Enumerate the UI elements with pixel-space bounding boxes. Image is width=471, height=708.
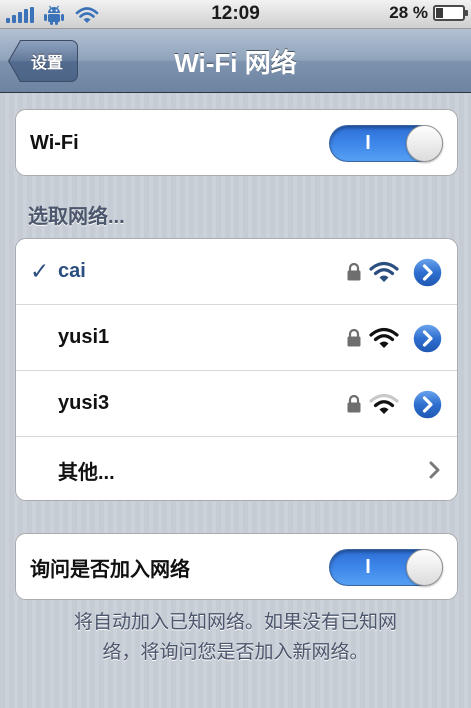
wifi-label: Wi-Fi [30,131,79,154]
ask-to-join-label: 询问是否加入网络 [30,558,190,581]
wifi-signal-icon [369,261,399,282]
network-list-group: ✓ cai yusi1 yusi3 其他... [15,238,458,501]
wifi-toggle-group: Wi-Fi I [15,109,458,176]
network-row-accessories [346,305,444,371]
network-row-other[interactable]: 其他... [16,437,457,500]
selected-checkmark-icon: ✓ [30,258,50,284]
wifi-toggle-row: Wi-Fi I [16,110,457,175]
other-network-label: 其他... [58,461,115,484]
navigation-bar: 设置 Wi-Fi 网络 [0,29,471,93]
network-row-yusi3[interactable]: yusi3 [16,371,457,437]
toggle-on-indicator: I [365,132,371,154]
network-name: yusi1 [58,326,110,348]
lock-icon [347,394,361,413]
chevron-right-icon [429,461,440,479]
ask-to-join-row: 询问是否加入网络 I [16,534,457,599]
ask-to-join-description: 将自动加入已知网络。如果没有已知网 络，将询问您是否加入新网络。 [30,608,441,668]
lock-icon [347,328,361,347]
network-name: cai [58,260,86,282]
description-line-2: 络，将询问您是否加入新网络。 [102,642,369,663]
toggle-knob [406,549,443,586]
status-right: 28 % [389,3,468,23]
ask-to-join-toggle-switch[interactable]: I [329,549,443,586]
network-row-cai[interactable]: ✓ cai [16,239,457,305]
battery-icon [433,5,468,21]
wifi-toggle-switch[interactable]: I [329,125,443,162]
network-name: yusi3 [58,392,110,414]
lock-icon [347,262,361,281]
section-header-choose-network: 选取网络... [28,206,125,228]
battery-fill [436,8,443,18]
description-line-1: 将自动加入已知网络。如果没有已知网 [73,612,397,633]
page-title: Wi-Fi 网络 [174,47,297,78]
network-detail-button[interactable] [411,387,444,421]
network-row-accessories [346,239,444,305]
status-bar: 12:09 28 % [0,0,471,29]
battery-percentage: 28 % [389,3,428,22]
toggle-on-indicator: I [365,556,371,578]
toggle-knob [406,125,443,162]
ask-to-join-group: 询问是否加入网络 I [15,533,458,600]
network-detail-button[interactable] [411,321,444,355]
other-row-accessories [428,437,444,500]
back-button[interactable]: 设置 [8,40,78,82]
network-row-accessories [346,371,444,437]
wifi-signal-icon [369,327,399,348]
network-detail-button[interactable] [411,255,444,289]
wifi-signal-icon [369,393,399,414]
network-row-yusi1[interactable]: yusi1 [16,305,457,371]
